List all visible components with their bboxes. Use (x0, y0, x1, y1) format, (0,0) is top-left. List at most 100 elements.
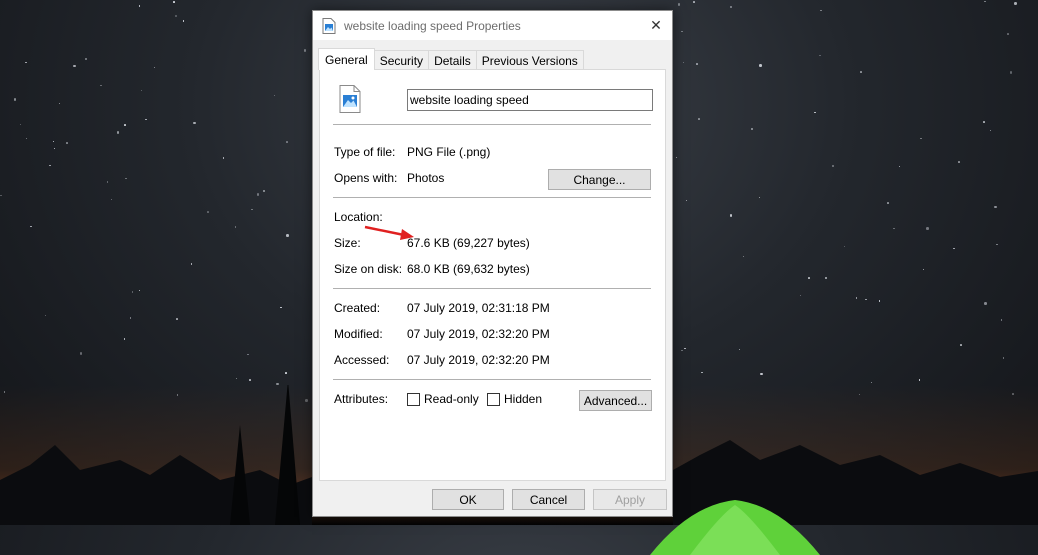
star (742, 255, 745, 258)
star (106, 181, 109, 183)
star (58, 102, 61, 105)
star (84, 57, 88, 61)
star (820, 9, 822, 12)
star (0, 194, 2, 197)
star (983, 121, 985, 123)
size-on-disk-value: 68.0 KB (69,632 bytes) (407, 262, 530, 276)
star (286, 141, 288, 143)
divider (333, 379, 651, 380)
star (696, 63, 698, 65)
accessed-label: Accessed: (334, 353, 390, 367)
ok-button[interactable]: OK (432, 489, 504, 510)
star (860, 71, 862, 73)
star (819, 54, 821, 57)
size-value: 67.6 KB (69,227 bytes) (407, 236, 530, 250)
star (824, 276, 828, 280)
advanced-button[interactable]: Advanced... (579, 390, 652, 411)
star (738, 348, 741, 351)
star (256, 193, 260, 196)
star (960, 344, 962, 346)
read-only-checkbox[interactable]: Read-only (407, 392, 479, 406)
star (222, 157, 225, 159)
star (52, 140, 55, 143)
star (138, 5, 141, 7)
star (729, 214, 733, 217)
star (729, 5, 733, 9)
created-value: 07 July 2019, 02:31:18 PM (407, 301, 550, 315)
star (251, 208, 253, 211)
star (799, 294, 802, 297)
general-tab-panel: Type of file: PNG File (.png) Opens with… (319, 69, 666, 481)
star (814, 111, 816, 114)
file-name-input[interactable] (407, 89, 653, 111)
checkbox-box[interactable] (407, 392, 420, 406)
opens-with-value: Photos (407, 171, 445, 185)
star (677, 3, 681, 6)
close-button[interactable]: ✕ (640, 11, 672, 40)
hidden-label: Hidden (504, 392, 543, 406)
star (701, 371, 703, 374)
star (693, 1, 695, 3)
apply-button[interactable]: Apply (593, 489, 667, 510)
star (682, 61, 685, 64)
star (684, 347, 686, 350)
title-bar[interactable]: website loading speed Properties ✕ (313, 11, 672, 40)
star (958, 161, 960, 163)
tab-details[interactable]: Details (428, 50, 477, 70)
tab-previous-versions[interactable]: Previous Versions (475, 50, 584, 70)
star (675, 156, 678, 159)
star (808, 277, 810, 279)
star (247, 353, 249, 356)
star (681, 30, 683, 33)
star (262, 189, 266, 193)
hidden-checkbox[interactable]: Hidden (487, 392, 542, 406)
star (145, 118, 147, 121)
star (303, 49, 307, 52)
opens-with-label: Opens with: (334, 171, 398, 185)
cancel-button[interactable]: Cancel (512, 489, 585, 510)
star (235, 377, 238, 380)
star (984, 0, 986, 3)
tab-strip: General Security Details Previous Versio… (318, 48, 584, 70)
star (855, 297, 858, 299)
modified-label: Modified: (334, 327, 383, 341)
star (285, 372, 287, 374)
star (249, 379, 251, 381)
star (984, 302, 987, 305)
star (1002, 357, 1005, 359)
star (831, 164, 835, 168)
star (140, 89, 143, 92)
star (922, 268, 925, 271)
star (989, 129, 992, 132)
tent-illustration (650, 500, 820, 555)
star (920, 137, 922, 140)
star (123, 338, 126, 340)
change-button[interactable]: Change... (548, 169, 651, 190)
star (207, 211, 209, 213)
star (843, 245, 846, 248)
star (110, 198, 113, 201)
window-title: website loading speed Properties (344, 18, 521, 33)
star (865, 298, 867, 301)
star (138, 289, 141, 292)
star (49, 164, 51, 167)
star (176, 318, 178, 320)
star (1014, 2, 1017, 5)
image-file-icon (322, 17, 336, 34)
type-of-file-value: PNG File (.png) (407, 145, 491, 159)
star (193, 121, 196, 125)
star (73, 64, 76, 68)
star (174, 14, 178, 18)
size-label: Size: (334, 236, 361, 250)
star (116, 131, 120, 134)
checkbox-box[interactable] (487, 392, 500, 406)
star (996, 243, 998, 246)
tab-security[interactable]: Security (373, 50, 430, 70)
star (758, 196, 761, 199)
star (878, 300, 881, 302)
star (190, 263, 193, 265)
tab-general[interactable]: General (318, 48, 375, 70)
star (273, 94, 276, 97)
size-on-disk-label: Size on disk: (334, 262, 403, 276)
star (286, 234, 289, 237)
